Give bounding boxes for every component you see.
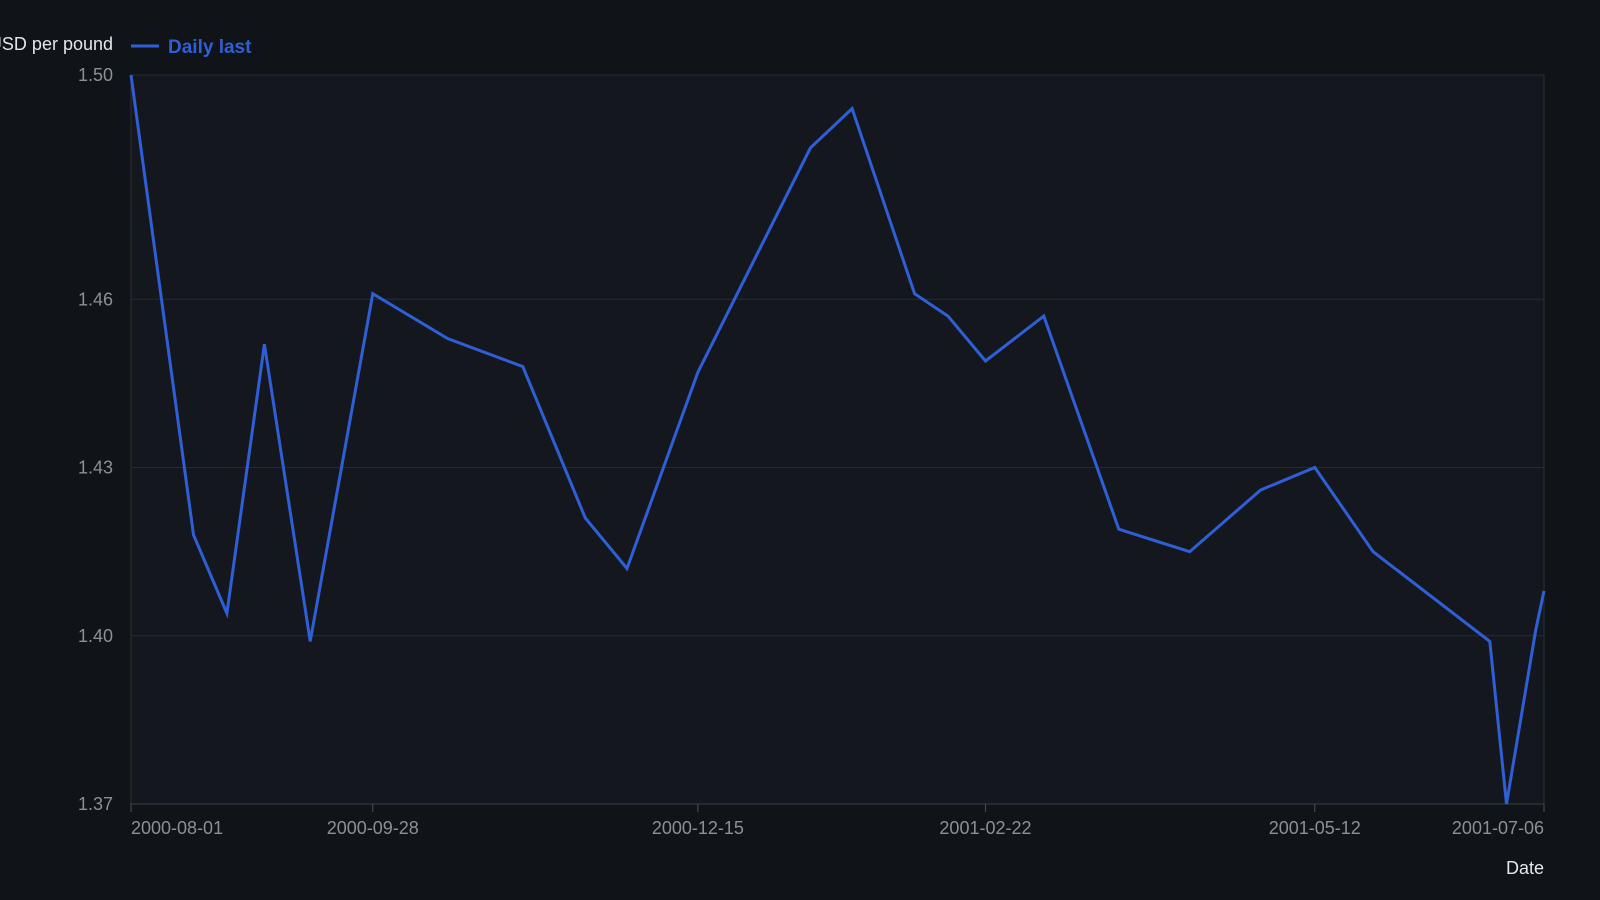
x-tick-label: 2000-08-01 bbox=[131, 818, 223, 838]
y-axis-label: USD per pound bbox=[0, 34, 113, 54]
x-tick-label: 2001-02-22 bbox=[939, 818, 1031, 838]
x-tick-label: 2001-07-06 bbox=[1452, 818, 1544, 838]
line-chart: 1.37 1.40 1.43 1.46 1.50 2000-08-01 2000-09-28… bbox=[0, 34, 1546, 878]
y-tick-label: 1.40 bbox=[78, 626, 113, 646]
y-tick-label: 1.37 bbox=[78, 794, 113, 814]
x-tick-label: 2001-05-12 bbox=[1269, 818, 1361, 838]
plot-area bbox=[130, 74, 1545, 805]
x-axis-label: Date bbox=[1506, 858, 1544, 878]
legend-label-daily-last: Daily last bbox=[168, 37, 252, 58]
x-tick-label: 2000-09-28 bbox=[327, 818, 419, 838]
y-tick-label: 1.43 bbox=[78, 458, 113, 478]
x-tick-label: 2000-12-15 bbox=[652, 818, 744, 838]
y-tick-label: 1.46 bbox=[78, 289, 113, 309]
legend: Daily last bbox=[131, 37, 252, 58]
y-tick-label: 1.50 bbox=[78, 65, 113, 85]
